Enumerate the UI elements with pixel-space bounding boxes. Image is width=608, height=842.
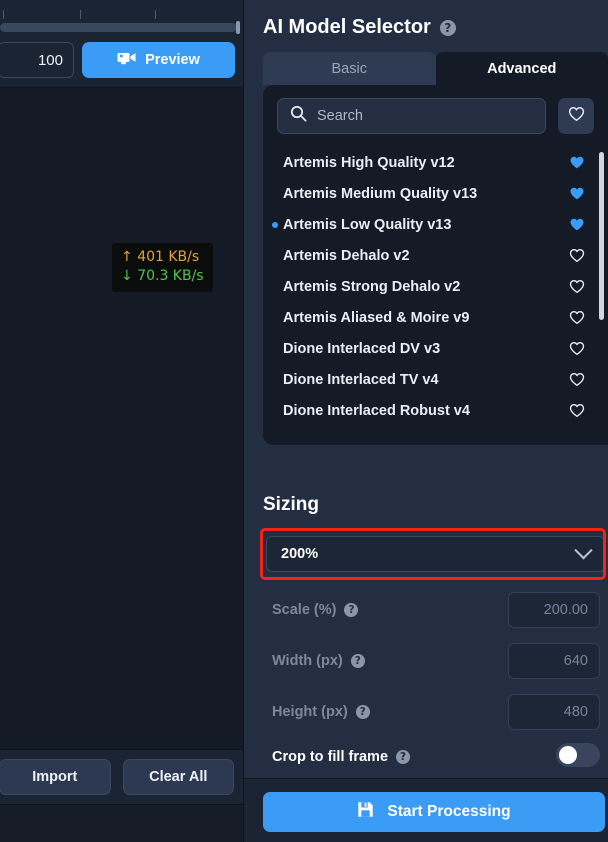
- download-arrow-icon: ↓: [121, 268, 133, 284]
- model-list-item[interactable]: Artemis Dehalo v2: [263, 240, 608, 271]
- help-icon-height[interactable]: ?: [355, 705, 370, 719]
- left-toolbar: 100 Preview: [0, 0, 243, 88]
- help-icon-crop[interactable]: ?: [396, 750, 411, 764]
- scale-field-label: Scale (%): [272, 602, 337, 618]
- upload-speed-value: 401 KB/s: [137, 249, 200, 265]
- model-name: Artemis Strong Dehalo v2: [283, 278, 461, 295]
- model-selector-card: Artemis High Quality v12 Artemis Medium …: [263, 85, 608, 445]
- preview-image-area: ↑ 401 KB/s ↓ 70.3 KB/s: [0, 88, 243, 749]
- model-name: Dione Interlaced Robust v4: [283, 402, 470, 419]
- model-list-item[interactable]: Dione Interlaced Robust v4: [263, 395, 608, 426]
- scale-input[interactable]: 200.00: [508, 592, 600, 628]
- model-list-scrollbar[interactable]: [599, 152, 604, 320]
- preview-canvas[interactable]: ↑ 401 KB/s ↓ 70.3 KB/s Import Clear All: [0, 88, 243, 842]
- crop-to-fill-row: Crop to fill frame ?: [263, 737, 608, 777]
- preview-controls: 100 Preview: [0, 42, 243, 78]
- preview-button[interactable]: Preview: [82, 42, 235, 78]
- favorite-heart-outline-icon[interactable]: [568, 372, 586, 387]
- crop-to-fill-toggle[interactable]: [556, 743, 600, 767]
- model-list-item[interactable]: Artemis Strong Dehalo v2: [263, 271, 608, 302]
- model-list-item[interactable]: Dione Interlaced DV v3: [263, 333, 608, 364]
- search-icon: [290, 105, 307, 127]
- help-icon-width[interactable]: ?: [350, 654, 365, 668]
- model-list[interactable]: Artemis High Quality v12 Artemis Medium …: [263, 147, 608, 437]
- video-camera-icon: [117, 51, 136, 69]
- height-input[interactable]: 480: [508, 694, 600, 730]
- start-processing-label: Start Processing: [387, 803, 511, 820]
- model-name: Artemis Dehalo v2: [283, 247, 410, 264]
- model-name: Dione Interlaced DV v3: [283, 340, 441, 357]
- favorite-heart-outline-icon[interactable]: [568, 341, 586, 356]
- timeline-track[interactable]: [0, 23, 237, 32]
- file-actions-row: Import Clear All: [0, 749, 243, 805]
- download-speed-row: ↓ 70.3 KB/s: [121, 267, 204, 286]
- upload-speed-row: ↑ 401 KB/s: [121, 248, 204, 267]
- panel-footer: Start Processing: [244, 778, 608, 842]
- chevron-down-icon: [574, 540, 593, 559]
- search-input-wrapper[interactable]: [277, 98, 546, 134]
- favorite-heart-outline-icon[interactable]: [568, 279, 586, 294]
- crop-label-group: Crop to fill frame ?: [263, 749, 411, 765]
- tab-advanced[interactable]: Advanced: [435, 52, 608, 85]
- crop-to-fill-label: Crop to fill frame: [272, 749, 389, 765]
- favorite-heart-outline-icon[interactable]: [568, 310, 586, 325]
- toggle-knob: [559, 746, 577, 764]
- favorite-heart-filled-icon[interactable]: [568, 155, 586, 170]
- width-field-label: Width (px): [272, 653, 343, 669]
- favorite-heart-filled-icon[interactable]: [568, 186, 586, 201]
- selected-indicator-dot: [272, 221, 278, 228]
- start-processing-button[interactable]: Start Processing: [263, 792, 605, 832]
- left-footer: Import Clear All: [0, 749, 243, 842]
- clear-all-button[interactable]: Clear All: [122, 759, 234, 795]
- favorite-heart-outline-icon[interactable]: [568, 403, 586, 418]
- search-input[interactable]: [317, 108, 533, 124]
- timeline-ticks: [0, 10, 243, 20]
- page-title-label: AI Model Selector: [263, 16, 431, 38]
- favorite-heart-outline-icon[interactable]: [568, 248, 586, 263]
- timeline-handle[interactable]: [236, 21, 240, 34]
- height-field-label: Height (px): [272, 704, 348, 720]
- scale-field-label-group: Scale (%) ?: [263, 602, 359, 618]
- width-field-row: Width (px) ? 640: [263, 641, 608, 681]
- left-panel: 100 Preview ↑ 401 KB/s ↓ 70.3 KB/s Impor…: [0, 0, 244, 842]
- height-field-row: Height (px) ? 480: [263, 692, 608, 732]
- help-icon-model-selector[interactable]: ?: [439, 19, 456, 36]
- model-name: Artemis High Quality v12: [283, 154, 455, 171]
- sizing-preset-value: 200%: [281, 546, 319, 562]
- model-tabs: Basic Advanced: [263, 52, 608, 85]
- heart-outline-icon: [568, 106, 585, 127]
- model-list-item[interactable]: Artemis Medium Quality v13: [263, 178, 608, 209]
- favorite-heart-filled-icon[interactable]: [568, 217, 586, 232]
- model-name: Artemis Aliased & Moire v9: [283, 309, 470, 326]
- app-window: 100 Preview ↑ 401 KB/s ↓ 70.3 KB/s Impor…: [0, 0, 608, 842]
- sizing-preset-dropdown[interactable]: 200%: [266, 536, 605, 572]
- import-button[interactable]: Import: [0, 759, 111, 795]
- model-name: Artemis Medium Quality v13: [283, 185, 478, 202]
- sizing-preset-wrapper: 200%: [263, 531, 608, 577]
- favorites-filter-button[interactable]: [558, 98, 594, 134]
- upload-arrow-icon: ↑: [121, 249, 133, 265]
- frame-number-input[interactable]: 100: [0, 42, 74, 78]
- network-stats-overlay: ↑ 401 KB/s ↓ 70.3 KB/s: [112, 243, 213, 292]
- help-icon-scale[interactable]: ?: [344, 603, 359, 617]
- save-floppy-icon: [357, 801, 374, 823]
- download-speed-value: 70.3 KB/s: [137, 268, 204, 284]
- height-field-label-group: Height (px) ?: [263, 704, 370, 720]
- model-list-item[interactable]: Artemis High Quality v12: [263, 147, 608, 178]
- model-name: Artemis Low Quality v13: [283, 216, 452, 233]
- preview-button-label: Preview: [145, 52, 200, 68]
- model-list-item[interactable]: Artemis Aliased & Moire v9: [263, 302, 608, 333]
- model-list-item-selected[interactable]: Artemis Low Quality v13: [263, 209, 608, 240]
- model-name: Dione Interlaced TV v4: [283, 371, 439, 388]
- settings-panel: AI Model Selector ? Basic Advanced Searc…: [244, 0, 608, 842]
- sizing-section-title: Sizing: [263, 494, 319, 515]
- model-search-row: [277, 98, 594, 134]
- scale-field-row: Scale (%) ? 200.00: [263, 590, 608, 630]
- width-input[interactable]: 640: [508, 643, 600, 679]
- timeline-slider[interactable]: [0, 10, 243, 34]
- tab-basic[interactable]: Basic: [263, 52, 436, 85]
- width-field-label-group: Width (px) ?: [263, 653, 365, 669]
- model-list-item[interactable]: Dione Interlaced TV v4: [263, 364, 608, 395]
- page-title: AI Model Selector ?: [263, 16, 456, 39]
